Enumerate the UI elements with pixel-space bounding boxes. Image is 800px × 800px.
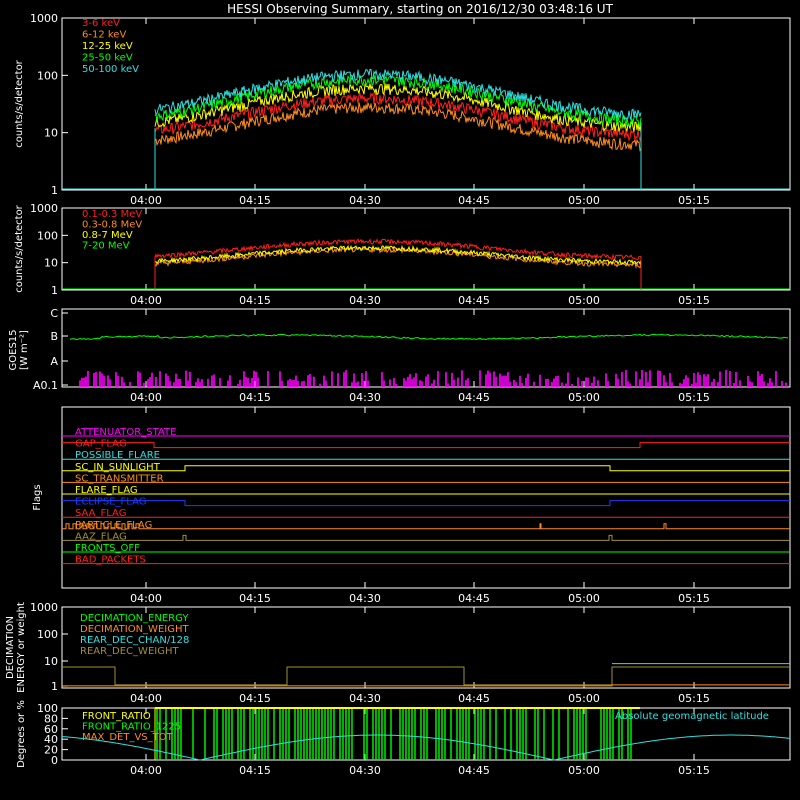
ratio-ylabel: Degrees or % [16, 700, 27, 768]
flags-xtick-label: 04:45 [458, 592, 490, 605]
high-legend-2: 0.8-7 MeV [82, 230, 133, 241]
low-ylabel: counts/s/detector [14, 59, 25, 147]
goes-ylabel: GOES15 [8, 329, 19, 370]
low-xtick-label: 04:30 [349, 194, 381, 207]
low-xtick-label: 04:00 [130, 194, 162, 207]
flags-panel: 04:00 04:15 04:30 04:45 05:00 05:15FlagsATTEN… [32, 406, 791, 605]
low-ytick-label: 10 [44, 127, 58, 140]
goes-xtick-label: 04:45 [458, 391, 490, 404]
flags-xtick-label: 05:15 [678, 592, 710, 605]
decim-ytick-label: 1000 [30, 601, 58, 614]
decim-ytick-label: 10 [44, 655, 58, 668]
chart-title: HESSI Observing Summary, starting on 201… [227, 2, 613, 16]
ratio-legend-3: Absolute geomagnetic latitude [615, 711, 769, 722]
low-ytick-label: 1 [51, 184, 58, 197]
decim-panel: 04:00 04:15 04:30 04:45 05:00 05:15 1 10 100 1000… [5, 601, 791, 705]
goes-xtick-label: 04:30 [349, 391, 381, 404]
high-legend-3: 7-20 MeV [82, 241, 130, 252]
decim-xtick-label: 05:15 [678, 692, 710, 705]
decim-xtick-label: 04:45 [458, 692, 490, 705]
decim-xtick-label: 04:30 [349, 692, 381, 705]
goes-xtick-label: 05:00 [568, 391, 600, 404]
low-ytick-label: 100 [37, 69, 58, 82]
goes-ytick-label: A0.1 [33, 379, 58, 392]
low-xtick-label: 04:45 [458, 194, 490, 207]
goes-ytick-label: C [50, 307, 58, 320]
goes-xtick-label: 04:15 [239, 391, 271, 404]
high-xtick-label: 05:00 [568, 294, 600, 307]
flags-xtick-label: 04:00 [130, 592, 162, 605]
high-ytick-label: 1000 [30, 202, 58, 215]
flags-xtick-label: 04:15 [239, 592, 271, 605]
decim-legend-2: REAR_DEC_CHAN/128 [80, 635, 189, 646]
flags-xtick-label: 04:30 [349, 592, 381, 605]
goes-xtick-label: 04:00 [130, 391, 162, 404]
low-legend-4: 50-100 keV [82, 64, 139, 75]
ratio-legend-0: FRONT_RATIO [82, 711, 151, 722]
decim-legend-1: DECIMATION_WEIGHT [80, 624, 189, 635]
ratio-xtick-label: 05:15 [678, 764, 710, 777]
goes-panel: 04:00 04:15 04:30 04:45 05:00 05:15 A0.1 ABC GOE… [8, 307, 791, 404]
high-xtick-label: 04:00 [130, 294, 162, 307]
decim-ytick-label: 100 [37, 628, 58, 641]
flag-line-1 [62, 442, 790, 449]
ratio-xtick-label: 05:00 [568, 764, 600, 777]
low-ytick-label: 1000 [30, 12, 58, 25]
low-xtick-label: 04:15 [239, 194, 271, 207]
flag-line-8 [62, 523, 790, 530]
ratio-legend-2: MAX_DET_VS_TOT [82, 732, 174, 743]
decim-xtick-label: 05:00 [568, 692, 600, 705]
high-frame [61, 207, 791, 291]
high-xtick-label: 05:15 [678, 294, 710, 307]
decim-xtick-label: 04:00 [130, 692, 162, 705]
goes-ytick-label: A [50, 355, 58, 368]
ratio-legend-1: FRONT_RATIO_1225 [82, 722, 181, 733]
goes-frame [61, 308, 791, 388]
goes-ytick-label: B [50, 330, 58, 343]
flag-line-6 [62, 500, 790, 507]
low-legend-2: 12-25 keV [82, 41, 133, 52]
low-xtick-label: 05:00 [568, 194, 600, 207]
decim-ylabel-2: ENERGY or weight [16, 602, 27, 693]
high-panel: 04:00 04:15 04:30 04:45 05:00 05:15 1 10 100 1000… [14, 202, 791, 307]
decim-ytick-label: 1 [51, 680, 58, 693]
ratio-xtick-label: 04:45 [458, 764, 490, 777]
high-ytick-label: 1 [51, 284, 58, 297]
flags-ylabel: Flags [32, 484, 43, 510]
decim-rear-weight [62, 666, 790, 686]
ratio-panel: 04:00 04:15 04:30 04:45 05:00 05:150204060801… [16, 700, 791, 777]
high-series-2 [154, 244, 642, 266]
high-ytick-label: 10 [44, 257, 58, 270]
high-xtick-label: 04:15 [239, 294, 271, 307]
low-legend-1: 6-12 keV [82, 30, 126, 41]
flags-xtick-label: 05:00 [568, 592, 600, 605]
goes-xtick-label: 05:15 [678, 391, 710, 404]
flag-label-1: GAP_FLAG [75, 439, 127, 450]
ratio-xtick-label: 04:15 [239, 764, 271, 777]
high-xtick-label: 04:30 [349, 294, 381, 307]
hessi-summary-chart: HESSI Observing Summary, starting on 201… [5, 2, 791, 777]
high-ylabel: counts/s/detector [14, 204, 25, 292]
high-legend-0: 0.1-0.3 MeV [82, 209, 142, 220]
decim-legend-0: DECIMATION_ENERGY [80, 613, 189, 624]
ratio-xtick-label: 04:30 [349, 764, 381, 777]
low-legend-3: 25-50 keV [82, 53, 133, 64]
high-legend-1: 0.3-0.8 MeV [82, 220, 142, 231]
ratio-ytick-label: 100 [37, 702, 58, 715]
high-xtick-label: 04:45 [458, 294, 490, 307]
goes-ylabel-units: [W m⁻²] [19, 330, 30, 370]
decim-legend-3: REAR_DEC_WEIGHT [80, 646, 179, 657]
ratio-xtick-label: 04:00 [130, 764, 162, 777]
flag-line-9 [62, 534, 790, 541]
decim-ylabel: DECIMATION [5, 616, 16, 679]
decim-xtick-label: 04:15 [239, 692, 271, 705]
flag-line-3 [62, 465, 790, 472]
flag-label-6: ECLIPSE_FLAG [75, 497, 146, 508]
low-legend-0: 3-6 keV [82, 18, 120, 29]
low-xtick-label: 05:15 [678, 194, 710, 207]
high-ytick-label: 100 [37, 229, 58, 242]
low-frame [61, 17, 791, 191]
goes-flux-line [69, 333, 789, 341]
low-panel: 04:00 04:15 04:30 04:45 05:00 05:15 1 10 100 1000… [14, 12, 791, 207]
